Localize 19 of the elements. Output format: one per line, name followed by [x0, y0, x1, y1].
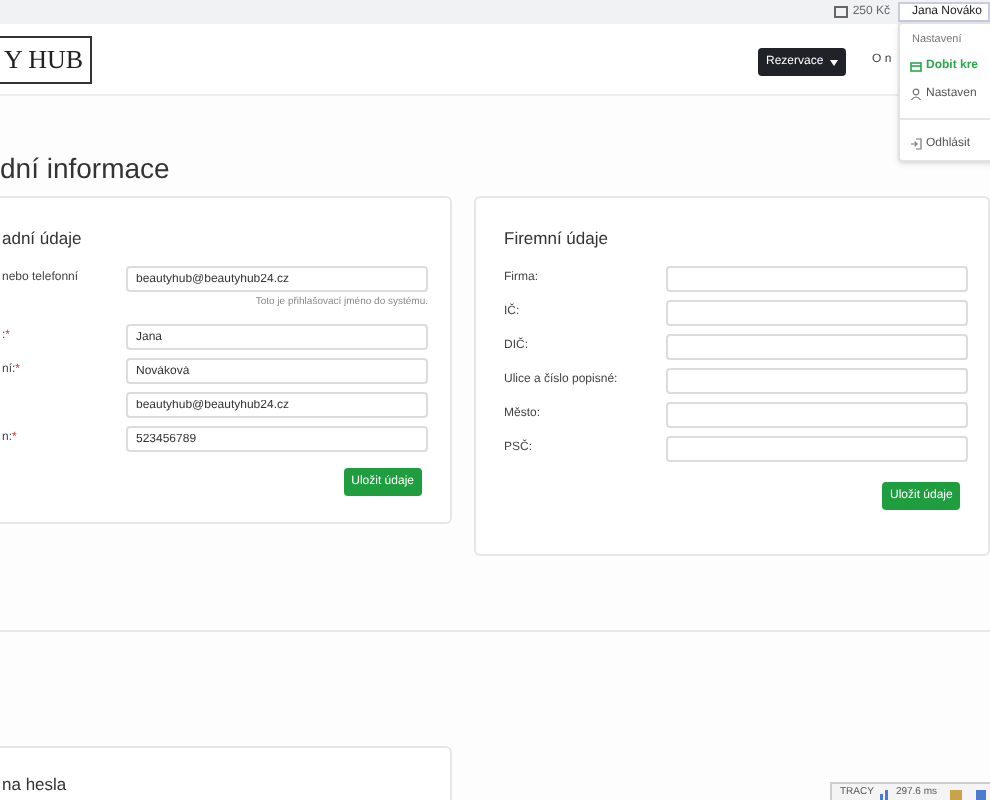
input-field[interactable]: [666, 300, 968, 326]
card-icon: [910, 61, 922, 71]
input-field[interactable]: [666, 402, 968, 428]
card-title: adní údaje: [2, 226, 84, 252]
card-title: na hesla: [2, 772, 69, 798]
caret-icon: [829, 59, 838, 65]
logo[interactable]: Y HUB: [0, 35, 92, 83]
input-field[interactable]: [666, 368, 968, 394]
card-title: Firemní údaje: [504, 226, 610, 252]
panel-icon[interactable]: [975, 789, 986, 799]
page-title: dní informace: [0, 152, 172, 184]
person-icon: [910, 88, 922, 100]
input-field[interactable]: [666, 436, 968, 462]
input-field[interactable]: [666, 334, 968, 360]
logout-icon: [910, 138, 922, 150]
wallet-icon: [834, 6, 849, 18]
folder-icon[interactable]: [949, 789, 962, 799]
input-field[interactable]: [666, 266, 968, 292]
chart-icon: [879, 789, 890, 799]
